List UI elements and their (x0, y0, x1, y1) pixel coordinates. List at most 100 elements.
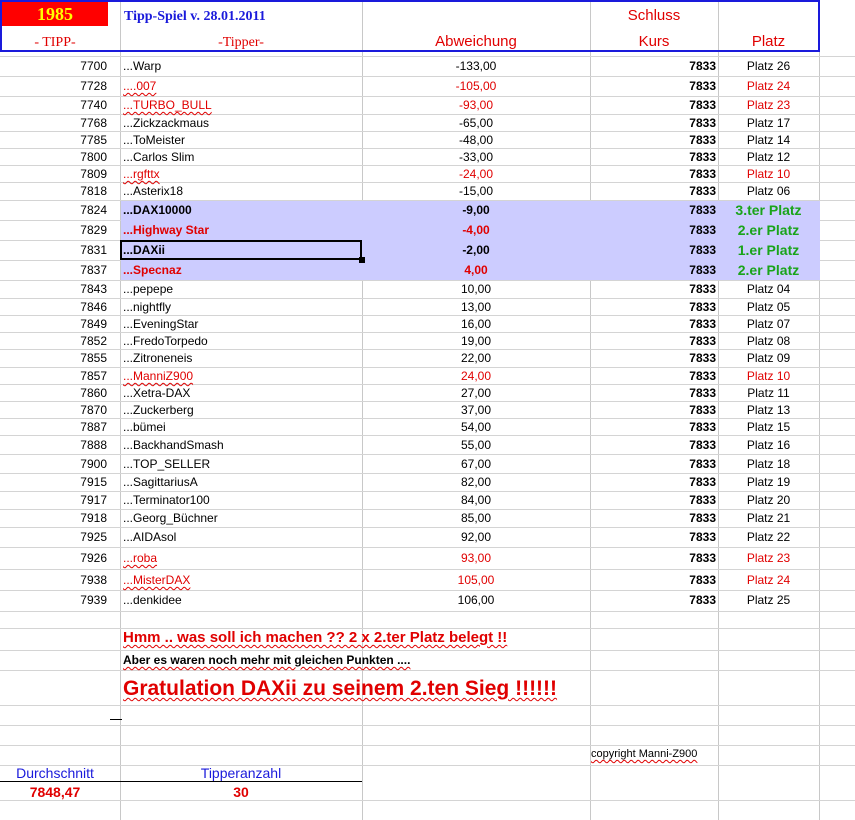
abweichung-cell[interactable]: 84,00 (362, 493, 590, 508)
tipp-cell[interactable]: 7857 (0, 369, 107, 384)
tipper-cell[interactable]: ...Asterix18 (123, 184, 359, 199)
tipp-cell[interactable]: 7870 (0, 403, 107, 418)
kurs-cell[interactable]: 7833 (590, 133, 716, 148)
platz-cell[interactable]: Platz 18 (718, 457, 819, 472)
tipper-cell[interactable]: ...denkidee (123, 593, 359, 608)
tipp-cell[interactable]: 7837 (0, 263, 107, 278)
platz-cell[interactable]: Platz 11 (718, 386, 819, 401)
kurs-cell[interactable]: 7833 (590, 167, 716, 182)
tipp-cell[interactable]: 7728 (0, 79, 107, 94)
kurs-cell[interactable]: 7833 (590, 150, 716, 165)
platz-cell[interactable]: Platz 15 (718, 420, 819, 435)
avg-value[interactable]: 7848,47 (0, 785, 110, 800)
abweichung-cell[interactable]: 67,00 (362, 457, 590, 472)
kurs-cell[interactable]: 7833 (590, 79, 716, 94)
abweichung-cell[interactable]: 13,00 (362, 300, 590, 315)
kurs-cell[interactable]: 7833 (590, 573, 716, 588)
kurs-cell[interactable]: 7833 (590, 59, 716, 74)
tipper-cell[interactable]: ...Carlos Slim (123, 150, 359, 165)
platz-cell[interactable]: Platz 23 (718, 551, 819, 566)
abweichung-cell[interactable]: -24,00 (362, 167, 590, 182)
tipp-cell[interactable]: 7846 (0, 300, 107, 315)
tipper-cell[interactable]: ...TURBO_BULL (123, 98, 359, 113)
fill-handle[interactable] (359, 257, 365, 263)
tipp-cell[interactable]: 7829 (0, 223, 107, 238)
abweichung-cell[interactable]: 24,00 (362, 369, 590, 384)
kurs-cell[interactable]: 7833 (590, 530, 716, 545)
abweichung-cell[interactable]: 106,00 (362, 593, 590, 608)
platz-cell[interactable]: Platz 23 (718, 98, 819, 113)
tipper-cell[interactable]: ...Highway Star (123, 223, 359, 238)
abweichung-cell[interactable]: -65,00 (362, 116, 590, 131)
tipp-cell[interactable]: 7824 (0, 203, 107, 218)
tipper-cell[interactable]: ...Specnaz (123, 263, 359, 278)
kurs-cell[interactable]: 7833 (590, 223, 716, 238)
abweichung-cell[interactable]: -133,00 (362, 59, 590, 74)
tipp-cell[interactable]: 7768 (0, 116, 107, 131)
kurs-cell[interactable]: 7833 (590, 593, 716, 608)
abweichung-cell[interactable]: 22,00 (362, 351, 590, 366)
abweichung-cell[interactable]: 16,00 (362, 317, 590, 332)
tipp-cell[interactable]: 7855 (0, 351, 107, 366)
platz-cell[interactable]: Platz 09 (718, 351, 819, 366)
abweichung-cell[interactable]: 82,00 (362, 475, 590, 490)
abweichung-cell[interactable]: 93,00 (362, 551, 590, 566)
tipp-cell[interactable]: 7818 (0, 184, 107, 199)
kurs-cell[interactable]: 7833 (590, 203, 716, 218)
tipp-cell[interactable]: 7852 (0, 334, 107, 349)
platz-cell[interactable]: Platz 04 (718, 282, 819, 297)
abweichung-cell[interactable]: -105,00 (362, 79, 590, 94)
tipp-cell[interactable]: 7860 (0, 386, 107, 401)
year-cell[interactable]: 1985 (2, 2, 108, 26)
tipper-cell[interactable]: ...Xetra-DAX (123, 386, 359, 401)
tipper-cell[interactable]: ...roba (123, 551, 359, 566)
kurs-cell[interactable]: 7833 (590, 300, 716, 315)
header-platz[interactable]: Platz (718, 34, 819, 49)
tipper-cell[interactable]: ...DAX10000 (123, 203, 359, 218)
kurs-cell[interactable]: 7833 (590, 334, 716, 349)
platz-cell[interactable]: Platz 26 (718, 59, 819, 74)
kurs-cell[interactable]: 7833 (590, 369, 716, 384)
header-kurs[interactable]: Kurs (590, 34, 718, 49)
kurs-cell[interactable]: 7833 (590, 457, 716, 472)
tipper-cell[interactable]: ...EveningStar (123, 317, 359, 332)
abweichung-cell[interactable]: -2,00 (362, 243, 590, 258)
tipp-cell[interactable]: 7888 (0, 438, 107, 453)
tipp-cell[interactable]: 7785 (0, 133, 107, 148)
tipper-cell[interactable]: ...SagittariusA (123, 475, 359, 490)
tipp-cell[interactable]: 7700 (0, 59, 107, 74)
tipper-cell[interactable]: ...AIDAsol (123, 530, 359, 545)
kurs-cell[interactable]: 7833 (590, 351, 716, 366)
platz-cell[interactable]: Platz 13 (718, 403, 819, 418)
tipper-cell[interactable]: ...FredoTorpedo (123, 334, 359, 349)
tipper-cell[interactable]: ...rgfttx (123, 167, 359, 182)
kurs-cell[interactable]: 7833 (590, 386, 716, 401)
kurs-cell[interactable]: 7833 (590, 184, 716, 199)
platz-cell[interactable]: Platz 25 (718, 593, 819, 608)
tipp-cell[interactable]: 7831 (0, 243, 107, 258)
tipper-cell[interactable]: ...Zuckerberg (123, 403, 359, 418)
platz-cell[interactable]: Platz 22 (718, 530, 819, 545)
platz-cell[interactable]: Platz 10 (718, 369, 819, 384)
platz-cell[interactable]: 2.er Platz (718, 263, 819, 278)
avg-label[interactable]: Durchschnitt (0, 766, 110, 781)
tipp-cell[interactable]: 7809 (0, 167, 107, 182)
count-value[interactable]: 30 (120, 785, 362, 800)
tipper-cell[interactable]: ...Zitroneneis (123, 351, 359, 366)
tipp-cell[interactable]: 7900 (0, 457, 107, 472)
kurs-cell[interactable]: 7833 (590, 317, 716, 332)
platz-cell[interactable]: Platz 05 (718, 300, 819, 315)
platz-cell[interactable]: Platz 07 (718, 317, 819, 332)
tipp-cell[interactable]: 7740 (0, 98, 107, 113)
kurs-cell[interactable]: 7833 (590, 263, 716, 278)
tipper-cell[interactable]: ...Warp (123, 59, 359, 74)
abweichung-cell[interactable]: -48,00 (362, 133, 590, 148)
tipper-cell[interactable]: ....007 (123, 79, 359, 94)
platz-cell[interactable]: Platz 24 (718, 79, 819, 94)
tipp-cell[interactable]: 7926 (0, 551, 107, 566)
tipp-cell[interactable]: 7938 (0, 573, 107, 588)
abweichung-cell[interactable]: -4,00 (362, 223, 590, 238)
platz-cell[interactable]: 2.er Platz (718, 223, 819, 238)
header-tipp[interactable]: - TIPP- (2, 35, 108, 50)
tipper-cell[interactable]: ...Terminator100 (123, 493, 359, 508)
